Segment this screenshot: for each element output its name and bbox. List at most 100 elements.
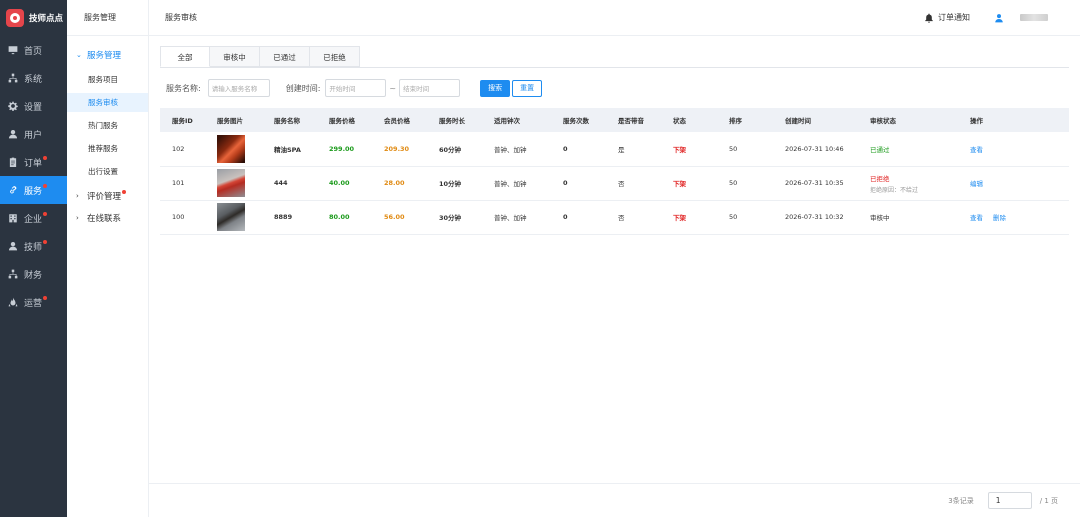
group-label: 评价管理: [87, 192, 122, 202]
order-notice[interactable]: 订单通知: [924, 12, 970, 23]
subnav-item-1[interactable]: 服务审核: [67, 93, 148, 112]
group-label: 在线联系: [87, 214, 122, 224]
row-action-link[interactable]: 编辑: [970, 180, 983, 188]
row-action-link[interactable]: 删除: [993, 214, 1006, 222]
service-price: 40.00: [329, 179, 350, 187]
tab-2[interactable]: 已通过: [260, 46, 310, 67]
nav-item-label: 系统: [24, 74, 43, 85]
row-action-link[interactable]: 查看: [970, 214, 983, 222]
nav-item-5[interactable]: 服务: [0, 176, 67, 204]
service-count: 0: [563, 179, 568, 187]
table-row: 101 444 40.00 28.00 10分钟 普钟、加钟 0 否 下架 50 2026-07-3…: [160, 166, 1069, 201]
group-online-contact[interactable]: › 在线联系: [67, 207, 148, 229]
subnav-item-3[interactable]: 推荐服务: [67, 139, 148, 158]
created-time: 2026-07-31 10:46: [785, 144, 844, 153]
subnav-item-0[interactable]: 服务项目: [67, 70, 148, 89]
applicable-clock: 普钟、加钟: [494, 180, 527, 188]
created-time-label: 创建时间:: [285, 83, 321, 93]
status-badge: 下架: [673, 145, 686, 154]
service-duration: 30分钟: [439, 214, 462, 222]
nav-item-label: 技师: [24, 242, 43, 253]
group-review-management[interactable]: › 评价管理: [67, 185, 148, 207]
table-row: 102 精油SPA 299.00 209.30 60分钟 普钟、加钟 0 是 下架 50 2026-…: [160, 132, 1069, 167]
nav-item-0[interactable]: 首页: [0, 36, 67, 64]
main-sidebar: 技师点点 首页系统设置用户订单服务企业技师财务 运营: [0, 0, 67, 517]
top-header: 服务审核 订单通知: [149, 0, 1080, 36]
user-icon: [8, 129, 18, 139]
service-count: 0: [563, 144, 568, 153]
sort-order: 50: [729, 213, 738, 221]
table-row: 100 8889 80.00 56.00 30分钟 普钟、加钟 0 否 下架 50 2026-07-…: [160, 200, 1069, 235]
column-header: 操作: [958, 108, 1069, 132]
service-thumbnail[interactable]: [217, 203, 245, 231]
start-time-input[interactable]: 开始时间: [325, 79, 387, 97]
column-header: 是否带音: [606, 108, 661, 132]
tab-0[interactable]: 全部: [160, 46, 210, 67]
review-status: 审核中: [870, 214, 890, 222]
nav-item-9[interactable]: 运营: [0, 288, 67, 316]
record-count: 3条记录: [948, 496, 974, 505]
username-blurred: [1020, 14, 1048, 21]
tab-3[interactable]: 已拒绝: [310, 46, 360, 67]
service-name-input[interactable]: 请输入服务名称: [207, 79, 270, 97]
service-thumbnail[interactable]: [217, 134, 245, 163]
review-tabs: 全部 审核中 已通过 已拒绝: [160, 46, 360, 67]
tab-1[interactable]: 审核中: [210, 46, 260, 67]
date-separator: ~: [389, 83, 397, 93]
column-header: 会员价格: [372, 108, 427, 132]
order-notice-label: 订单通知: [938, 13, 970, 22]
sort-order: 50: [729, 144, 738, 153]
column-header: 排序: [717, 108, 773, 132]
nav-item-1[interactable]: 系统: [0, 64, 67, 92]
subnav-item-4[interactable]: 出行设置: [67, 162, 148, 181]
created-time: 2026-07-31 10:35: [785, 179, 844, 187]
column-header: 创建时间: [773, 108, 858, 132]
group-label: 服务管理: [87, 51, 122, 61]
column-header: 审核状态: [858, 108, 958, 132]
subnav-item-2[interactable]: 热门服务: [67, 116, 148, 135]
nav-item-8[interactable]: 财务: [0, 260, 67, 288]
service-id: 101: [172, 179, 185, 187]
has-voice: 否: [618, 214, 625, 222]
sort-order: 50: [729, 179, 738, 187]
service-thumbnail[interactable]: [217, 169, 245, 197]
applicable-clock: 普钟、加钟: [494, 145, 527, 154]
nav-item-label: 服务: [24, 186, 43, 197]
group-service-management[interactable]: ⌄ 服务管理: [67, 44, 148, 66]
gear-icon: [8, 101, 18, 111]
applicable-clock: 普钟、加钟: [494, 214, 527, 222]
search-button[interactable]: 搜索: [480, 79, 511, 97]
row-action-link[interactable]: 查看: [970, 146, 983, 154]
reset-button[interactable]: 重置: [512, 79, 543, 97]
org-chart-icon: [8, 269, 18, 279]
main-nav: 首页系统设置用户订单服务企业技师财务 运营: [0, 36, 67, 316]
nav-item-7[interactable]: 技师: [0, 232, 67, 260]
member-price: 209.30: [384, 144, 410, 153]
service-duration: 60分钟: [439, 145, 462, 154]
nav-item-6[interactable]: 企业: [0, 204, 67, 232]
nav-item-label: 设置: [24, 102, 43, 113]
has-voice: 是: [618, 145, 625, 154]
notification-dot: [43, 156, 48, 160]
chevron-right-icon: ›: [76, 214, 79, 222]
service-name-label: 服务名称:: [166, 83, 201, 93]
user-menu[interactable]: [994, 13, 1048, 23]
nav-item-label: 首页: [24, 46, 43, 57]
bell-icon: [925, 13, 933, 23]
notification-dot: [43, 184, 48, 188]
nav-item-4[interactable]: 订单: [0, 148, 67, 176]
nav-item-2[interactable]: 设置: [0, 92, 67, 120]
service-price: 80.00: [329, 213, 350, 221]
nav-item-label: 订单: [24, 158, 43, 169]
nav-item-label: 用户: [24, 130, 43, 141]
brand[interactable]: 技师点点: [0, 0, 67, 36]
pagination: 3条记录 1 / 1 页: [149, 483, 1080, 517]
service-name: 8889: [274, 213, 293, 221]
nav-item-3[interactable]: 用户: [0, 120, 67, 148]
service-name: 精油SPA: [274, 145, 301, 154]
service-id: 102: [172, 144, 185, 153]
main-content: 全部 审核中 已通过 已拒绝 服务名称: 请输入服务名称 创建时间: 开始时间 ~ 结…: [149, 36, 1080, 517]
page-input[interactable]: 1: [987, 492, 1032, 509]
end-time-input[interactable]: 结束时间: [399, 79, 461, 97]
page-total: / 1 页: [1039, 496, 1058, 505]
